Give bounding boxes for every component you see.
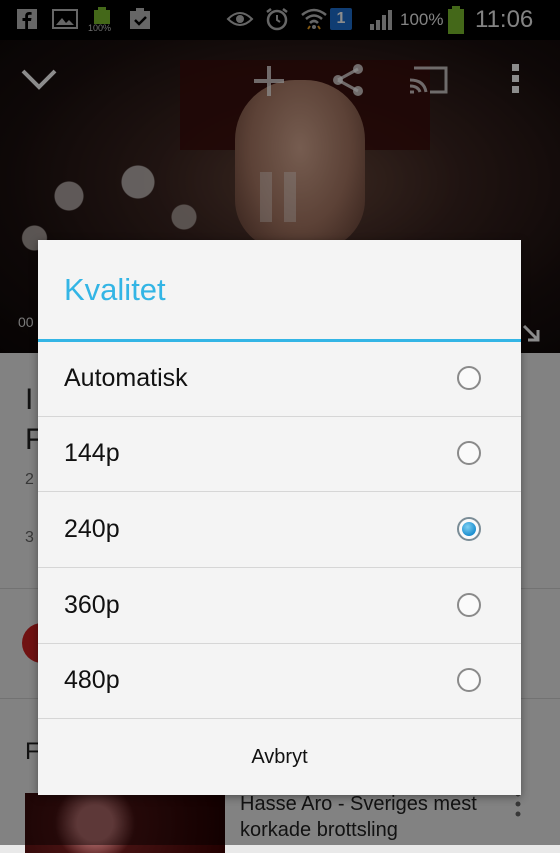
quality-dialog: Kvalitet Automatisk 144p 240p 360p 480p … bbox=[38, 240, 521, 795]
option-divider bbox=[38, 491, 521, 492]
option-label: 240p bbox=[64, 515, 120, 543]
radio-button[interactable] bbox=[457, 366, 481, 390]
quality-option-144p[interactable]: 144p bbox=[38, 417, 521, 492]
option-label: 144p bbox=[64, 439, 120, 467]
radio-button[interactable] bbox=[457, 593, 481, 617]
option-label: 480p bbox=[64, 666, 120, 694]
quality-option-480p[interactable]: 480p bbox=[38, 644, 521, 719]
option-label: Automatisk bbox=[64, 364, 188, 392]
dialog-title: Kvalitet bbox=[64, 272, 166, 307]
quality-option-360p[interactable]: 360p bbox=[38, 569, 521, 644]
radio-button-selected[interactable] bbox=[457, 517, 481, 541]
quality-option-240p[interactable]: 240p bbox=[38, 493, 521, 568]
radio-button[interactable] bbox=[457, 441, 481, 465]
option-divider bbox=[38, 567, 521, 568]
option-divider bbox=[38, 718, 521, 719]
cancel-button[interactable]: Avbryt bbox=[38, 720, 521, 795]
quality-option-automatisk[interactable]: Automatisk bbox=[38, 342, 521, 417]
radio-button[interactable] bbox=[457, 668, 481, 692]
option-label: 360p bbox=[64, 591, 120, 619]
